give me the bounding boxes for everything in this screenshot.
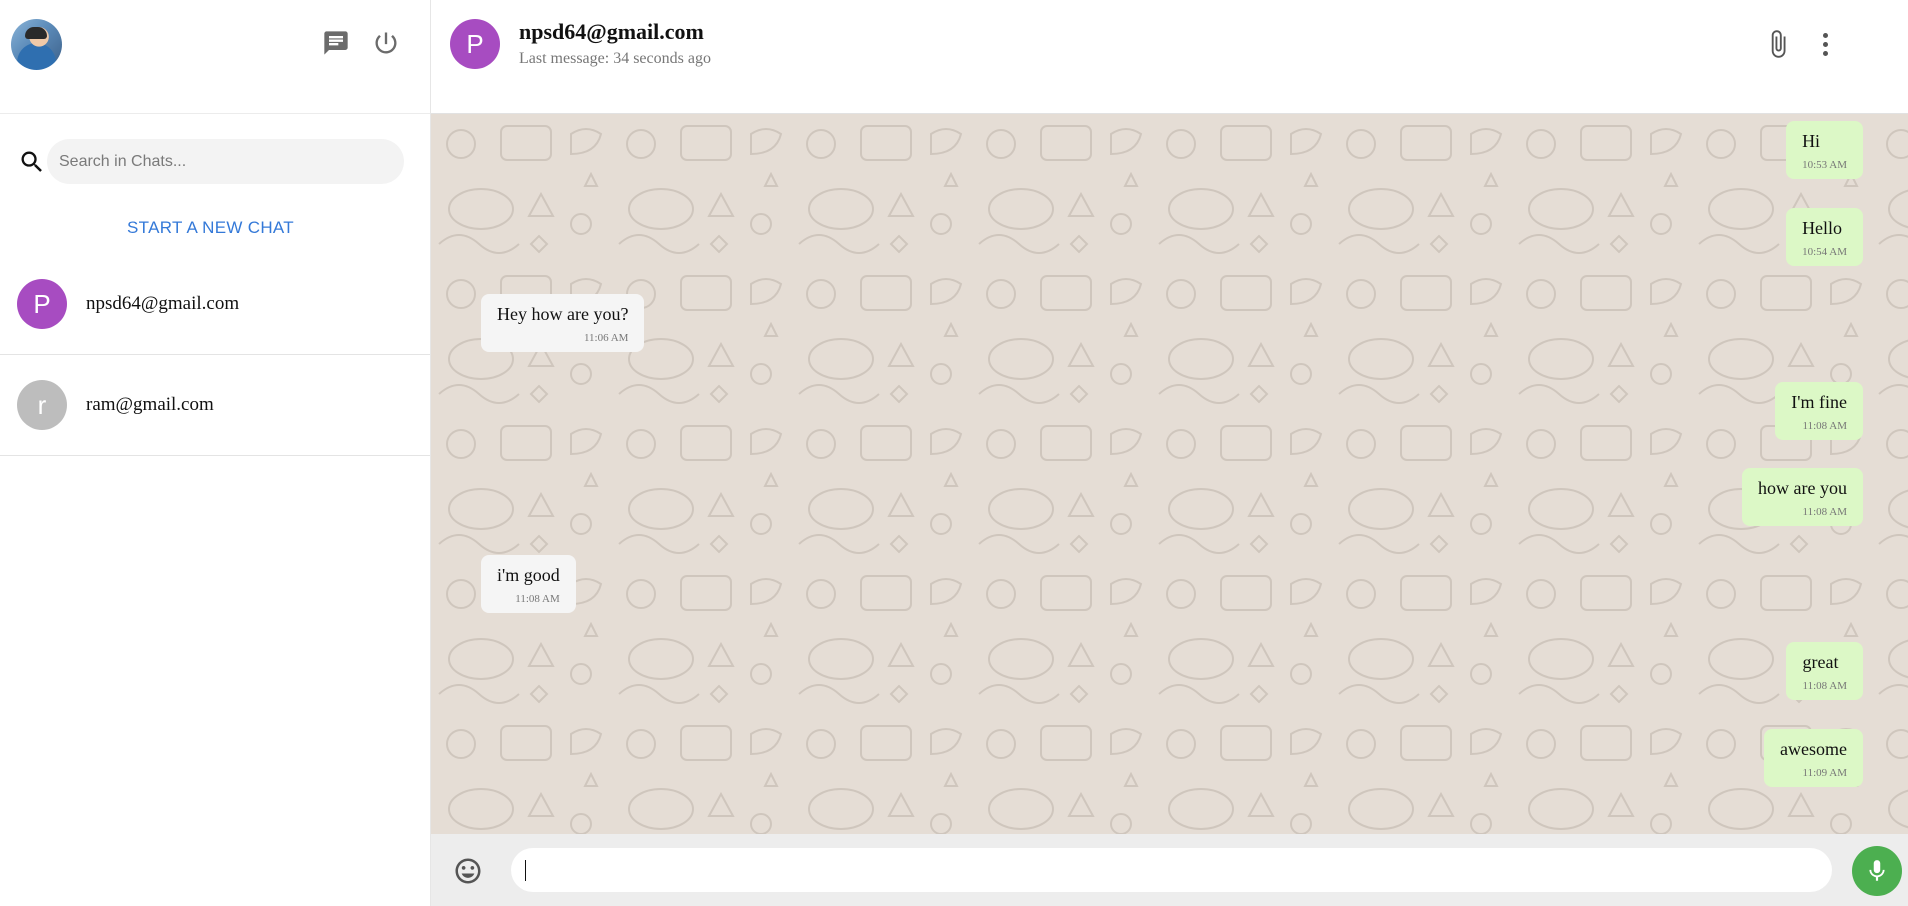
message-bubble-outgoing[interactable]: Hi 10:53 AM bbox=[1786, 121, 1863, 179]
profile-avatar[interactable] bbox=[11, 19, 62, 70]
chat-avatar: P bbox=[17, 279, 67, 329]
message-time: 10:54 AM bbox=[1802, 246, 1847, 258]
search-input[interactable] bbox=[47, 139, 404, 184]
sidebar: START A NEW CHAT P npsd64@gmail.com r ra… bbox=[0, 0, 431, 906]
message-bubble-outgoing[interactable]: I'm fine 11:08 AM bbox=[1775, 382, 1863, 440]
message-list: Hi 10:53 AM Hello 10:54 AM Hey how are y… bbox=[431, 114, 1908, 834]
chat-pane: P npsd64@gmail.com Last message: 34 seco… bbox=[431, 0, 1908, 906]
chat-name: npsd64@gmail.com bbox=[86, 293, 240, 314]
message-text: Hello bbox=[1802, 218, 1843, 238]
chat-list-item[interactable]: r ram@gmail.com bbox=[0, 355, 430, 456]
message-text: great bbox=[1802, 652, 1839, 672]
text-caret bbox=[525, 860, 526, 881]
message-time: 11:08 AM bbox=[1802, 506, 1847, 518]
message-time: 11:08 AM bbox=[1802, 680, 1847, 692]
attach-icon[interactable] bbox=[1763, 28, 1793, 60]
power-icon[interactable] bbox=[371, 28, 401, 58]
chat-list: P npsd64@gmail.com r ram@gmail.com bbox=[0, 254, 430, 456]
message-time: 11:09 AM bbox=[1802, 767, 1847, 779]
start-new-chat-button[interactable]: START A NEW CHAT bbox=[0, 218, 421, 238]
message-text: how are you bbox=[1758, 478, 1847, 498]
mic-icon bbox=[1869, 860, 1885, 881]
chat-name: ram@gmail.com bbox=[86, 394, 214, 415]
message-text: Hi bbox=[1802, 131, 1821, 151]
message-input[interactable] bbox=[511, 848, 1832, 892]
emoji-icon[interactable] bbox=[453, 856, 483, 886]
contact-name: npsd64@gmail.com bbox=[519, 19, 704, 44]
more-vert-icon[interactable] bbox=[1813, 28, 1837, 60]
chat-header: P npsd64@gmail.com Last message: 34 seco… bbox=[431, 0, 1908, 114]
message-time: 10:53 AM bbox=[1802, 159, 1847, 171]
message-time: 11:06 AM bbox=[583, 332, 629, 344]
message-bubble-outgoing[interactable]: great 11:08 AM bbox=[1786, 642, 1863, 700]
message-text: I'm fine bbox=[1791, 392, 1847, 412]
message-text: i'm good bbox=[497, 565, 560, 585]
chat-list-item[interactable]: P npsd64@gmail.com bbox=[0, 254, 430, 355]
last-message-status: Last message: 34 seconds ago bbox=[519, 50, 711, 67]
sidebar-header bbox=[0, 0, 430, 114]
search-bar bbox=[0, 114, 430, 208]
new-chat-icon[interactable] bbox=[321, 28, 351, 58]
message-text: awesome bbox=[1780, 739, 1847, 759]
message-composer bbox=[431, 834, 1908, 906]
message-bubble-outgoing[interactable]: awesome 11:09 AM bbox=[1764, 729, 1863, 787]
message-bubble-incoming[interactable]: i'm good 11:08 AM bbox=[481, 555, 576, 613]
message-text: Hey how are you? bbox=[497, 304, 629, 324]
chat-avatar: r bbox=[17, 380, 67, 430]
mic-button[interactable] bbox=[1852, 846, 1902, 896]
contact-avatar[interactable]: P bbox=[450, 19, 500, 69]
message-time: 11:08 AM bbox=[1802, 420, 1847, 432]
search-icon bbox=[18, 148, 46, 176]
message-time: 11:08 AM bbox=[515, 593, 560, 605]
message-bubble-outgoing[interactable]: how are you 11:08 AM bbox=[1742, 468, 1863, 526]
chat-wallpaper bbox=[431, 114, 1908, 834]
message-bubble-outgoing[interactable]: Hello 10:54 AM bbox=[1786, 208, 1863, 266]
message-bubble-incoming[interactable]: Hey how are you? 11:06 AM bbox=[481, 294, 645, 352]
